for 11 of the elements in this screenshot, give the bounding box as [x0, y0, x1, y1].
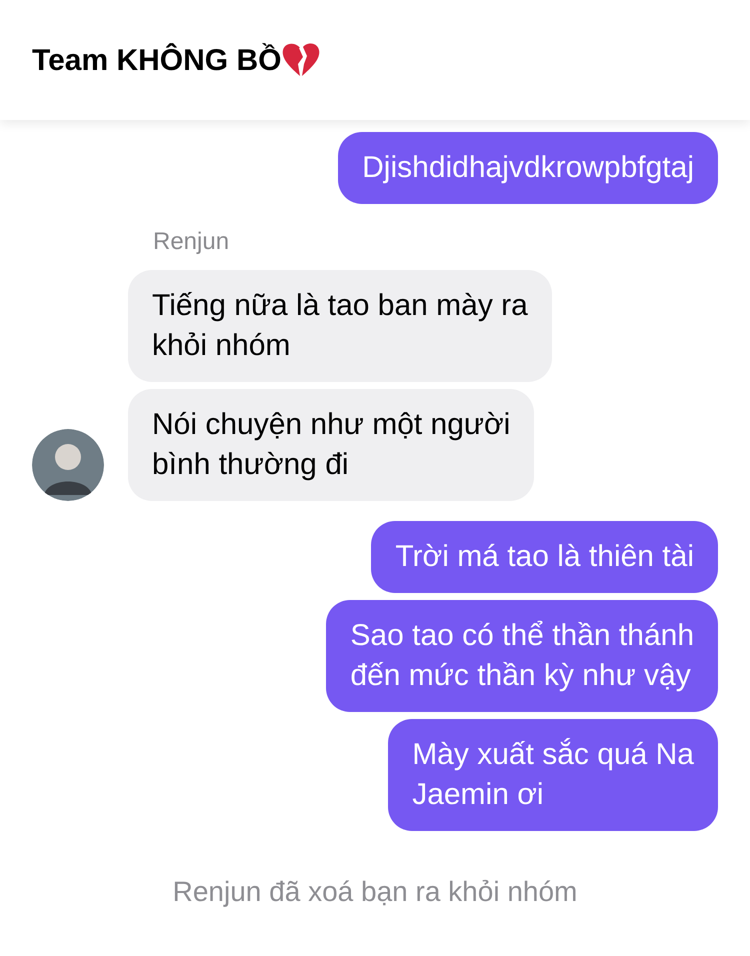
chat-title: Team KHÔNG BỒ — [32, 42, 282, 78]
received-message: Tiếng nữa là tao ban mày ra khỏi nhóm — [128, 270, 552, 382]
system-notice: Renjun đã xoá bạn ra khỏi nhóm — [172, 875, 578, 909]
sent-message: Sao tao có thể thần thánh đến mức thần kỳ như vậy — [326, 600, 718, 712]
sender-name: Renjun — [153, 227, 230, 257]
sent-message: Trời má tao là thiên tài — [371, 521, 718, 593]
received-message: Nói chuyện như một người bình thường đi — [128, 389, 534, 501]
avatar — [32, 429, 104, 501]
broken-heart-icon — [281, 42, 322, 78]
sent-message: Djishdidhajvdkrowpbfgtaj — [338, 132, 718, 204]
sent-message: Mày xuất sắc quá Na Jaemin ơi — [388, 719, 718, 831]
